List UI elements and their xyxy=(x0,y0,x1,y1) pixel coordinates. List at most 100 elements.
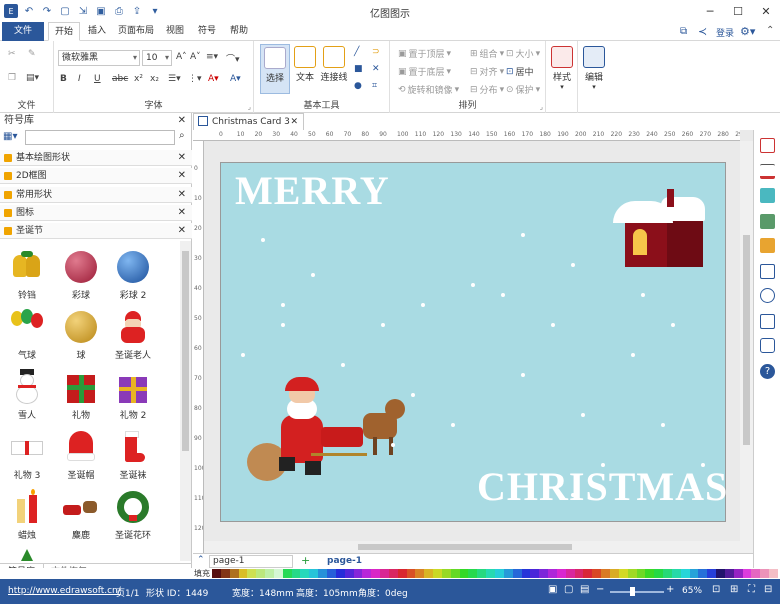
view-page-icon[interactable]: ▤ xyxy=(580,584,589,595)
color-swatch[interactable] xyxy=(282,569,292,578)
help-icon[interactable]: ? xyxy=(760,364,775,379)
zoom-out-icon[interactable]: − xyxy=(596,584,604,595)
color-swatch[interactable] xyxy=(388,569,398,578)
view-normal-icon[interactable]: ▣ xyxy=(548,584,557,595)
shape-bell[interactable]: 铃铛 xyxy=(0,247,54,305)
vertical-scrollbar[interactable] xyxy=(740,141,753,553)
bold-icon[interactable]: B xyxy=(60,74,67,84)
strikethrough-icon[interactable]: abc xyxy=(112,74,128,84)
shadow-icon[interactable] xyxy=(760,188,775,203)
tab-home[interactable]: 开始 xyxy=(48,22,80,41)
select-tool-button[interactable]: 选择 xyxy=(260,44,290,94)
zoom-slider-thumb[interactable] xyxy=(630,587,635,596)
copy-icon[interactable]: ❐ xyxy=(8,73,16,83)
tab-file[interactable]: 文件 xyxy=(2,22,44,41)
color-swatch[interactable] xyxy=(654,569,664,578)
color-swatch[interactable] xyxy=(433,569,442,578)
color-swatch[interactable] xyxy=(716,569,725,578)
page-tab-active[interactable]: page-1 xyxy=(327,556,362,566)
arrange-dialog-launcher-icon[interactable]: ⌟ xyxy=(540,103,543,111)
color-swatch[interactable] xyxy=(503,569,513,578)
close-section-icon[interactable]: ✕ xyxy=(178,168,186,184)
shape-gift-3[interactable]: 礼物 3 xyxy=(0,427,54,485)
italic-icon[interactable]: I xyxy=(78,74,81,84)
color-swatch[interactable] xyxy=(326,569,336,578)
color-swatch[interactable] xyxy=(601,569,610,578)
close-tab-icon[interactable]: ✕ xyxy=(290,114,298,130)
expand-icon[interactable]: ⊟ xyxy=(764,584,772,595)
color-swatch[interactable] xyxy=(548,569,557,578)
numbering-icon[interactable]: ⋮▾ xyxy=(188,74,202,84)
palette-swatches[interactable] xyxy=(212,569,778,578)
comment-icon[interactable] xyxy=(760,338,775,353)
color-swatch[interactable] xyxy=(733,569,743,578)
line-icon[interactable]: ╱ xyxy=(354,47,359,57)
font-name-select[interactable]: 微软雅黑 xyxy=(58,50,140,66)
christmas-text[interactable]: CHRISTMAS xyxy=(477,463,728,510)
color-swatch[interactable] xyxy=(671,569,681,578)
rectangle-icon[interactable]: ■ xyxy=(354,64,363,74)
shape-ornament-2[interactable]: 彩球 2 xyxy=(106,247,160,305)
login-link[interactable]: 登录 xyxy=(716,26,734,39)
shape-candle[interactable]: 蜡烛 xyxy=(0,487,54,545)
color-swatch[interactable] xyxy=(238,569,248,578)
minimize-button[interactable]: ─ xyxy=(696,0,724,22)
color-swatch[interactable] xyxy=(707,569,717,578)
paste-icon[interactable]: ▤▾ xyxy=(26,73,39,83)
section-icons[interactable]: 图标 ✕ xyxy=(0,205,192,221)
color-swatch[interactable] xyxy=(477,569,487,578)
cut-icon[interactable]: ✂ xyxy=(8,49,16,59)
shape-ball[interactable]: 球 xyxy=(54,307,108,365)
close-button[interactable]: ✕ xyxy=(752,0,780,22)
hyperlink-icon[interactable] xyxy=(760,288,775,303)
color-swatch[interactable] xyxy=(769,569,778,578)
section-common-shapes[interactable]: 常用形状 ✕ xyxy=(0,187,192,203)
size-button[interactable]: ⊡ 大小 ▾ xyxy=(506,47,540,61)
crop-icon[interactable]: ⌗ xyxy=(372,81,377,91)
snow-house-image[interactable] xyxy=(611,187,707,277)
color-swatch[interactable] xyxy=(698,569,708,578)
color-swatch[interactable] xyxy=(627,569,637,578)
font-size-select[interactable]: 10 xyxy=(142,50,172,66)
page-selector[interactable]: page-1 xyxy=(209,555,293,568)
font-dialog-launcher-icon[interactable]: ⌟ xyxy=(248,103,251,111)
shape-wreath[interactable]: 圣诞花环 xyxy=(106,487,160,545)
tab-view[interactable]: 视图 xyxy=(160,22,190,41)
close-section-icon[interactable]: ✕ xyxy=(178,205,186,221)
distribute-button[interactable]: ⊟ 分布 ▾ xyxy=(470,83,504,97)
search-input[interactable] xyxy=(25,130,175,145)
color-swatch[interactable] xyxy=(212,569,221,578)
shape-house[interactable] xyxy=(54,545,108,561)
color-swatch[interactable] xyxy=(291,569,301,578)
fit-width-icon[interactable]: ⊞ xyxy=(730,584,738,595)
color-swatch[interactable] xyxy=(495,569,504,578)
color-swatch[interactable] xyxy=(450,569,460,578)
shape-snowman[interactable]: 雪人 xyxy=(0,367,54,425)
color-swatch[interactable] xyxy=(636,569,646,578)
ellipse-icon[interactable]: ● xyxy=(354,81,362,91)
color-swatch[interactable] xyxy=(318,569,327,578)
zoom-slider[interactable] xyxy=(610,591,664,593)
shrink-font-icon[interactable]: A˅ xyxy=(190,52,201,62)
color-swatch[interactable] xyxy=(565,569,575,578)
close-section-icon[interactable]: ✕ xyxy=(178,223,186,239)
document-tab[interactable]: Christmas Card 3 ✕ xyxy=(193,113,304,130)
color-swatch[interactable] xyxy=(220,569,230,578)
color-swatch[interactable] xyxy=(229,569,239,578)
close-section-icon[interactable]: ✕ xyxy=(178,187,186,203)
color-swatch[interactable] xyxy=(344,569,354,578)
edit-button[interactable]: 编辑 ▾ xyxy=(579,44,609,94)
cross-icon[interactable]: ✕ xyxy=(372,64,380,74)
style-button[interactable]: 样式 ▾ xyxy=(547,44,577,94)
color-swatch[interactable] xyxy=(583,569,593,578)
underline-icon[interactable]: U xyxy=(94,74,101,84)
subscript-icon[interactable]: x₂ xyxy=(150,74,159,84)
color-swatch[interactable] xyxy=(415,569,425,578)
align-icon[interactable]: ≡▾ xyxy=(206,52,218,62)
layers-icon[interactable] xyxy=(760,238,775,253)
color-swatch[interactable] xyxy=(424,569,434,578)
color-swatch[interactable] xyxy=(300,569,310,578)
view-fit-icon[interactable]: ▢ xyxy=(564,584,573,595)
color-swatch[interactable] xyxy=(539,569,549,578)
color-swatch[interactable] xyxy=(380,569,389,578)
